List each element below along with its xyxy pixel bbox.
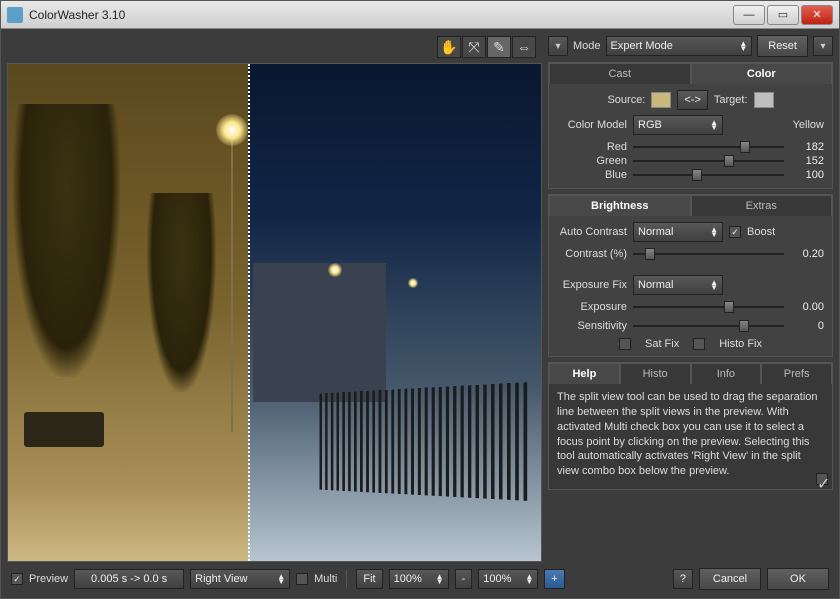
- source-swatch[interactable]: [651, 92, 671, 108]
- target-label: Target:: [714, 94, 748, 106]
- channel-label: Green: [557, 155, 627, 167]
- red-slider[interactable]: [633, 140, 784, 154]
- reset-button[interactable]: Reset: [757, 35, 808, 57]
- sensitivity-label: Sensitivity: [557, 320, 627, 332]
- view-select[interactable]: Right View ▲▼: [190, 569, 290, 589]
- ok-button[interactable]: OK: [767, 568, 829, 590]
- updown-icon: ▲▼: [710, 120, 718, 130]
- maximize-button[interactable]: ▭: [767, 5, 799, 25]
- multi-label: Multi: [314, 573, 337, 585]
- target-swatch[interactable]: [754, 92, 774, 108]
- eyedropper-tool-icon[interactable]: ✎: [487, 36, 511, 58]
- auto-contrast-label: Auto Contrast: [557, 226, 627, 238]
- updown-icon: ▲▼: [525, 574, 533, 584]
- color-panel: Cast Color Source: <-> Target: Color Mod…: [548, 62, 833, 189]
- preview-toolbar: ✋ ⤧ ✎ ⇔: [7, 35, 542, 59]
- tab-brightness[interactable]: Brightness: [549, 195, 691, 216]
- boost-label: Boost: [747, 226, 775, 238]
- scene-lamppost: [231, 134, 233, 432]
- scene-tree: [147, 193, 216, 392]
- green-slider[interactable]: [633, 154, 784, 168]
- help-panel: Help Histo Info Prefs The split view too…: [548, 362, 833, 490]
- app-icon: [7, 7, 23, 23]
- zoom-right-select[interactable]: 100%▲▼: [478, 569, 538, 589]
- tab-extras[interactable]: Extras: [691, 195, 833, 216]
- histofix-checkbox[interactable]: [693, 338, 705, 350]
- zoom-minus-button[interactable]: -: [455, 569, 473, 589]
- titlebar[interactable]: ColorWasher 3.10 — ▭ ✕: [1, 1, 839, 29]
- tab-cast[interactable]: Cast: [549, 63, 691, 84]
- scene-fence: [320, 382, 531, 501]
- tab-help[interactable]: Help: [549, 363, 620, 384]
- zoom-plus-button[interactable]: +: [544, 569, 564, 589]
- channel-value: 152: [790, 155, 824, 167]
- sensitivity-value: 0: [790, 320, 824, 332]
- contrast-slider[interactable]: [633, 247, 784, 261]
- reset-menu-button[interactable]: ▾: [813, 36, 833, 56]
- move-tool-icon[interactable]: ⤧: [462, 36, 486, 58]
- mode-label: Mode: [573, 40, 601, 52]
- close-button[interactable]: ✕: [801, 5, 833, 25]
- cancel-button[interactable]: Cancel: [699, 568, 761, 590]
- channel-label: Red: [557, 141, 627, 153]
- exposure-fix-label: Exposure Fix: [557, 279, 627, 291]
- swap-button[interactable]: <->: [677, 90, 708, 110]
- scene-lamp: [216, 114, 248, 146]
- satfix-checkbox[interactable]: [619, 338, 631, 350]
- tab-histo[interactable]: Histo: [620, 363, 691, 384]
- help-toggle-checkbox[interactable]: ✓: [816, 473, 828, 485]
- mode-select[interactable]: Expert Mode ▲▼: [606, 36, 753, 56]
- split-divider[interactable]: [248, 64, 250, 561]
- timing-display: 0.005 s -> 0.0 s: [74, 569, 184, 589]
- sensitivity-slider[interactable]: [633, 319, 784, 333]
- zoom-left-select[interactable]: 100%▲▼: [389, 569, 449, 589]
- updown-icon: ▲▼: [710, 227, 718, 237]
- histofix-label: Histo Fix: [719, 338, 762, 350]
- minimize-button[interactable]: —: [733, 5, 765, 25]
- tab-color[interactable]: Color: [691, 63, 833, 84]
- auto-contrast-select[interactable]: Normal ▲▼: [633, 222, 723, 242]
- split-tool-icon[interactable]: ⇔: [512, 36, 536, 58]
- app-window: ColorWasher 3.10 — ▭ ✕ ✋ ⤧ ✎ ⇔: [0, 0, 840, 599]
- updown-icon: ▲▼: [739, 41, 747, 51]
- tab-prefs[interactable]: Prefs: [761, 363, 832, 384]
- exposure-label: Exposure: [557, 301, 627, 313]
- scene-car: [24, 412, 104, 447]
- color-model-label: Color Model: [557, 119, 627, 131]
- color-hint: Yellow: [793, 119, 824, 131]
- channel-label: Blue: [557, 169, 627, 181]
- scene-lamp: [408, 278, 418, 288]
- boost-checkbox[interactable]: ✓: [729, 226, 741, 238]
- preview-checkbox[interactable]: ✓: [11, 573, 23, 585]
- help-button[interactable]: ?: [673, 569, 693, 589]
- contrast-pct-label: Contrast (%): [557, 248, 627, 260]
- scene-tree: [13, 104, 120, 377]
- updown-icon: ▲▼: [277, 574, 285, 584]
- updown-icon: ▲▼: [436, 574, 444, 584]
- help-text: The split view tool can be used to drag …: [549, 384, 832, 489]
- brightness-panel: Brightness Extras Auto Contrast Normal ▲…: [548, 194, 833, 357]
- preset-menu-button[interactable]: ▾: [548, 36, 568, 56]
- channel-value: 182: [790, 141, 824, 153]
- exposure-value: 0.00: [790, 301, 824, 313]
- tab-info[interactable]: Info: [691, 363, 762, 384]
- multi-checkbox[interactable]: [296, 573, 308, 585]
- image-preview[interactable]: [7, 63, 542, 562]
- hand-tool-icon[interactable]: ✋: [437, 36, 461, 58]
- channel-value: 100: [790, 169, 824, 181]
- window-title: ColorWasher 3.10: [29, 8, 733, 22]
- scene-lamp: [328, 263, 342, 277]
- preview-label: Preview: [29, 573, 68, 585]
- satfix-label: Sat Fix: [645, 338, 679, 350]
- blue-slider[interactable]: [633, 168, 784, 182]
- exposure-slider[interactable]: [633, 300, 784, 314]
- scene-building: [253, 263, 386, 402]
- footer: ✓ Preview 0.005 s -> 0.0 s Right View ▲▼…: [7, 566, 833, 592]
- color-model-select[interactable]: RGB ▲▼: [633, 115, 723, 135]
- updown-icon: ▲▼: [710, 280, 718, 290]
- contrast-value: 0.20: [790, 248, 824, 260]
- source-label: Source:: [607, 94, 645, 106]
- exposure-fix-select[interactable]: Normal ▲▼: [633, 275, 723, 295]
- fit-button[interactable]: Fit: [356, 569, 382, 589]
